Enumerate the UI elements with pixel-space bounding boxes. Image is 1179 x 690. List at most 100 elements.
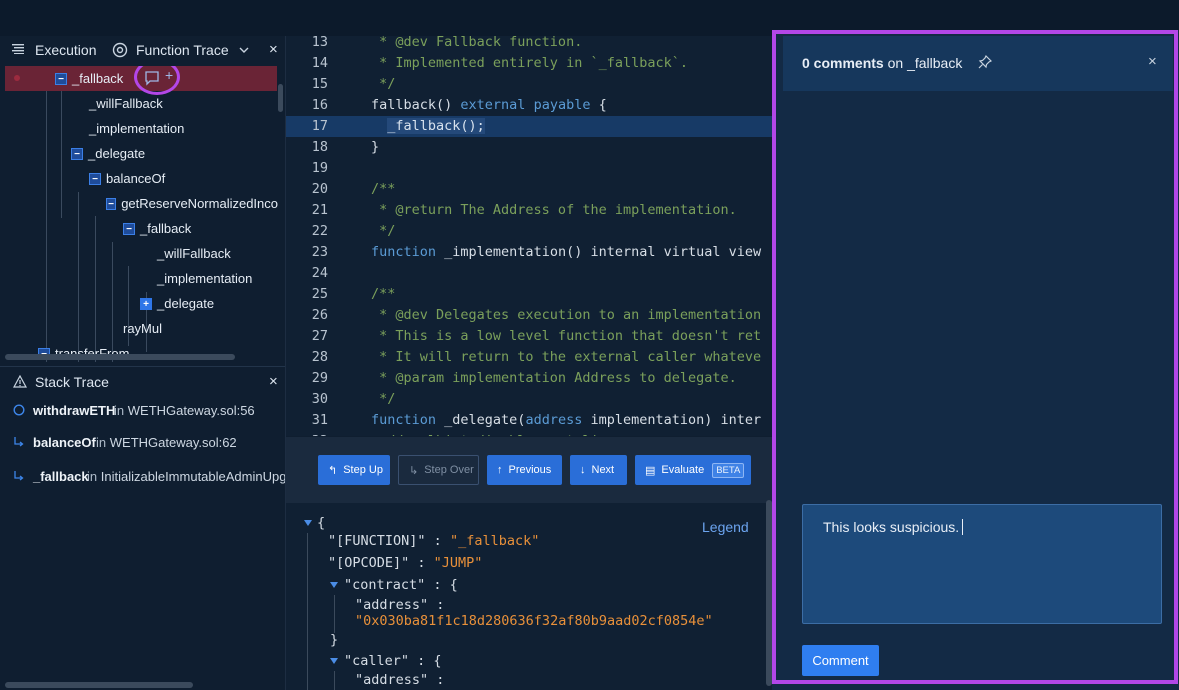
code-line[interactable]: 13 * @dev Fallback function. (286, 36, 772, 53)
code-line[interactable]: 27 * This is a low level function that d… (286, 326, 772, 347)
collapse-triangle-icon[interactable] (304, 520, 312, 526)
code-line[interactable]: 22 */ (286, 221, 772, 242)
tree-row-label: _willFallback (157, 246, 231, 261)
line-number[interactable]: 31 (286, 410, 328, 431)
evaluate-button[interactable]: ▤ Evaluate BETA (635, 455, 751, 485)
line-number[interactable]: 26 (286, 305, 328, 326)
tree-horizontal-scrollbar[interactable] (5, 354, 235, 360)
code-editor[interactable]: 13 * @dev Fallback function. 14 * Impleme… (286, 36, 772, 436)
previous-button[interactable]: ↑ Previous (487, 455, 562, 485)
code-line[interactable]: 17 _fallback(); (286, 116, 772, 137)
comment-textarea[interactable]: This looks suspicious. (802, 504, 1162, 624)
line-number[interactable]: 24 (286, 263, 328, 284)
json-key: "[OPCODE]" (328, 555, 410, 571)
stack-item[interactable]: _fallback in InitializableImmutableAdmin… (0, 466, 285, 490)
tree-row[interactable]: _implementation (89, 116, 184, 141)
code-text: * @param implementation Address to deleg… (371, 370, 737, 386)
stack-item[interactable]: withdrawETH in WETHGateway.sol:56 (0, 400, 285, 424)
code-text: */ (371, 76, 396, 92)
line-number[interactable]: 32 (286, 431, 328, 436)
tree-row[interactable]: rayMul (123, 316, 162, 341)
stack-horizontal-scrollbar[interactable] (5, 682, 193, 688)
line-number[interactable]: 25 (286, 284, 328, 305)
comments-close-button[interactable]: × (1148, 53, 1157, 70)
collapse-icon[interactable]: − (106, 197, 117, 210)
code-line[interactable]: 28 * It will return to the external call… (286, 347, 772, 368)
evaluate-label: Evaluate (661, 464, 705, 476)
code-line[interactable]: 25 /** (286, 284, 772, 305)
code-line[interactable]: 19 (286, 158, 772, 179)
next-button[interactable]: ↓ Next (570, 455, 627, 485)
code-line[interactable]: 20 /** (286, 179, 772, 200)
line-number[interactable]: 13 (286, 36, 328, 53)
code-text: function _implementation() internal virt… (371, 244, 762, 260)
line-number[interactable]: 23 (286, 242, 328, 263)
stack-trace-close-button[interactable]: × (269, 373, 278, 390)
expand-icon[interactable]: + (140, 297, 152, 310)
execution-close-button[interactable]: × (269, 41, 278, 58)
line-number[interactable]: 22 (286, 221, 328, 242)
line-number[interactable]: 17 (286, 116, 328, 137)
tree-row[interactable]: − _fallback (123, 216, 191, 241)
code-line[interactable]: 15 */ (286, 74, 772, 95)
code-line[interactable]: 18} (286, 137, 772, 158)
collapse-triangle-icon[interactable] (330, 658, 338, 664)
tree-row[interactable]: − balanceOf (89, 166, 165, 191)
code-line[interactable]: 29 * @param implementation Address to de… (286, 368, 772, 389)
comment-submit-button[interactable]: Comment (802, 645, 879, 676)
code-line[interactable]: 14 * Implemented entirely in `_fallback`… (286, 53, 772, 74)
collapse-icon[interactable]: − (123, 222, 135, 235)
line-number[interactable]: 28 (286, 347, 328, 368)
tree-row-label: balanceOf (106, 171, 166, 186)
chevron-down-icon[interactable] (238, 45, 250, 55)
tree-row[interactable]: _willFallback (89, 91, 163, 116)
line-number[interactable]: 15 (286, 74, 328, 95)
step-up-button[interactable]: ↰ Step Up (318, 455, 390, 485)
tree-row-label: rayMul (123, 321, 163, 336)
line-number[interactable]: 16 (286, 95, 328, 116)
view-selector[interactable]: Function Trace (136, 42, 229, 58)
line-number[interactable]: 29 (286, 368, 328, 389)
collapse-triangle-icon[interactable] (330, 582, 338, 588)
code-line[interactable]: 32 // solhint-disable-next-line (286, 431, 772, 436)
line-number[interactable]: 30 (286, 389, 328, 410)
line-number[interactable]: 27 (286, 326, 328, 347)
comments-title: 0 comments on _fallback (802, 55, 962, 71)
json-key: "address" (355, 672, 429, 688)
code-line[interactable]: 23 function _implementation() internal vi… (286, 242, 772, 263)
tree-row[interactable]: − getReserveNormalizedInco (106, 191, 278, 216)
comments-target: _fallback (907, 55, 963, 71)
menu-icon[interactable] (12, 44, 24, 54)
code-line[interactable]: 16 fallback() external payable { (286, 95, 772, 116)
pin-icon[interactable] (978, 55, 992, 69)
tree-row[interactable]: + _delegate (140, 291, 214, 316)
tree-row-label: getReserveNormalizedInco (121, 196, 278, 211)
tree-vertical-scrollbar[interactable] (278, 84, 283, 112)
collapse-icon[interactable]: − (71, 147, 83, 160)
step-over-button[interactable]: ↳ Step Over (398, 455, 479, 485)
line-number[interactable]: 19 (286, 158, 328, 179)
line-number[interactable]: 21 (286, 200, 328, 221)
line-number[interactable]: 14 (286, 53, 328, 74)
line-number[interactable]: 18 (286, 137, 328, 158)
code-text: /** (371, 181, 396, 197)
previous-label: Previous (508, 464, 552, 476)
collapse-icon[interactable]: − (89, 172, 101, 185)
json-key: "address" (355, 597, 429, 613)
stack-trace-header: Stack Trace × (0, 366, 285, 397)
code-line[interactable]: 30 */ (286, 389, 772, 410)
legend-link[interactable]: Legend (702, 519, 749, 535)
code-text: * @dev Fallback function. (371, 36, 583, 50)
json-value: "_fallback" (449, 533, 540, 549)
tree-row[interactable]: _willFallback (157, 241, 231, 266)
stack-item[interactable]: balanceOf in WETHGateway.sol:62 (0, 432, 285, 456)
code-line[interactable]: 31 function _delegate(address implementat… (286, 410, 772, 431)
tree-row[interactable]: _implementation (157, 266, 252, 291)
code-line[interactable]: 26 * @dev Delegates execution to an impl… (286, 305, 772, 326)
tree-row[interactable]: − _delegate (71, 141, 145, 166)
tree-row-fallback-selected[interactable]: − _fallback + (5, 66, 277, 95)
code-line[interactable]: 21 * @return The Address of the implemen… (286, 200, 772, 221)
code-line[interactable]: 24 (286, 263, 772, 284)
line-number[interactable]: 20 (286, 179, 328, 200)
collapse-icon[interactable]: − (55, 72, 67, 85)
